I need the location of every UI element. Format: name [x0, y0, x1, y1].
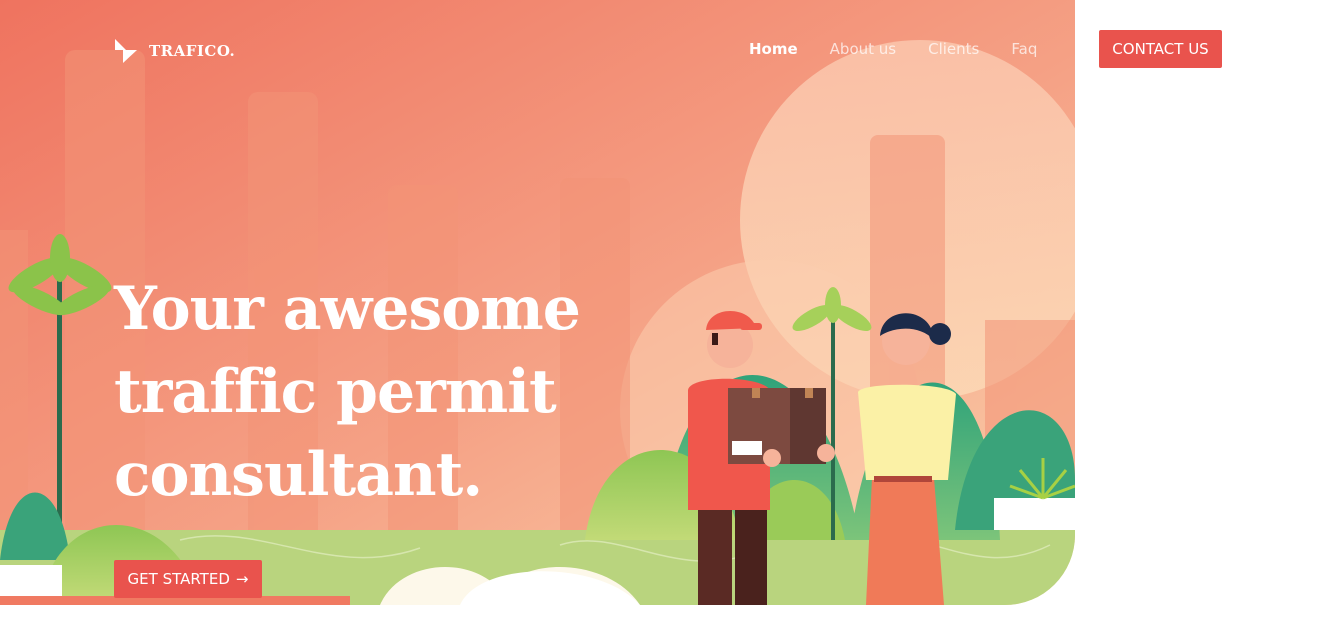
- arrow-right-icon: →: [235, 570, 249, 588]
- hero-headline: Your awesome traffic permit consultant.: [114, 268, 581, 517]
- brand-name: TRAFICO.: [149, 42, 236, 60]
- get-started-button[interactable]: GET STARTED →: [114, 560, 262, 598]
- contact-us-button[interactable]: CONTACT US: [1099, 30, 1222, 68]
- nav-item-about-us[interactable]: About us: [830, 40, 896, 58]
- headline-line-1: Your awesome: [114, 274, 581, 344]
- main-nav: Home About us Clients Faq: [749, 40, 1037, 58]
- hero-section: TRAFICO. Home About us Clients Faq Your …: [0, 0, 1075, 605]
- get-started-label: GET STARTED: [127, 570, 230, 588]
- headline-line-2: traffic permit: [114, 357, 557, 427]
- logo-mark-icon: [115, 39, 137, 63]
- nav-item-home[interactable]: Home: [749, 40, 798, 58]
- nav-item-clients[interactable]: Clients: [928, 40, 979, 58]
- headline-line-3: consultant.: [114, 440, 483, 510]
- brand-logo[interactable]: TRAFICO.: [113, 38, 235, 64]
- nav-item-faq[interactable]: Faq: [1011, 40, 1037, 58]
